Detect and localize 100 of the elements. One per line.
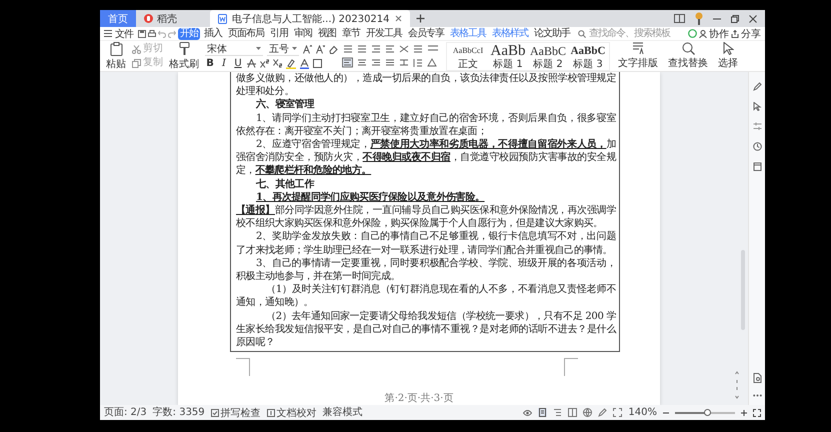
page-navigation-icon[interactable] bbox=[735, 371, 739, 399]
zoom-out-icon[interactable] bbox=[663, 410, 669, 416]
ribbon-tab[interactable]: 论文助手 bbox=[532, 28, 572, 40]
cloud-sync-icon[interactable] bbox=[688, 29, 697, 38]
ribbon-tab[interactable]: 审阅 bbox=[292, 28, 314, 40]
paintbrush-icon bbox=[178, 42, 190, 56]
share-icon bbox=[731, 30, 739, 38]
window-tab[interactable]: 稻壳 bbox=[136, 10, 192, 27]
file-menu[interactable]: 文件 bbox=[104, 26, 133, 40]
document-paragraph: 六、寝室管理 bbox=[254, 98, 316, 112]
font-select[interactable]: 宋体 bbox=[205, 42, 263, 56]
page-view-icon[interactable] bbox=[538, 408, 548, 417]
style-preset[interactable]: AaBbC 标题 3 bbox=[569, 42, 607, 70]
search-icon bbox=[682, 42, 694, 55]
format-painter-button[interactable]: 格式刷 bbox=[167, 42, 201, 70]
zoom-slider-handle[interactable] bbox=[704, 408, 711, 416]
zoom-in-icon[interactable] bbox=[741, 410, 747, 416]
scissors-icon bbox=[132, 44, 141, 54]
character-border-icon[interactable] bbox=[313, 59, 322, 68]
collaborate-button[interactable]: 协作 bbox=[699, 26, 729, 40]
format-button[interactable]: B bbox=[205, 58, 215, 70]
document-paragraph: 【通报】部分同学因意外住院，一直问辅导员自己购买医保和意外保险情况，再次强调学校不组织大家购买医保和意外保险，购买保险属于个人自愿行为，但是建议大家购买。 bbox=[236, 204, 616, 230]
document-paragraph: （2）去年通知回家一定要请父母给我发短信（学校统一要求），只有不足 200 学生家长给我发短信报平安，是自己对自己的事情不重视？是对老师的话听不进去？是什么原因呢？ bbox=[236, 310, 616, 350]
eye-icon[interactable] bbox=[523, 408, 532, 416]
spell-check-button[interactable]: 拼写检查 bbox=[210, 406, 261, 420]
copy-icon bbox=[132, 58, 141, 68]
document-paragraph: 3、自己的事情请一定要重视，同时要积极配合学校、学院、班级开展的各项活动，积极主动地参与，并在第一时间完成。 bbox=[236, 256, 616, 284]
document-icon[interactable] bbox=[752, 162, 762, 171]
cursor-icon[interactable] bbox=[752, 102, 762, 111]
user-avatar-icon[interactable] bbox=[695, 12, 703, 25]
shrink-font-icon[interactable] bbox=[316, 44, 325, 54]
select-button[interactable]: 选择 bbox=[716, 42, 740, 70]
search-icon bbox=[578, 30, 586, 38]
subscript-icon[interactable] bbox=[273, 59, 282, 68]
document-paragraph: 2、奖助学金发放失败：自己的事情自己不足够重视，银行卡信息填写不对，出问题了才来找老师；学生助理已经在一对一联系进行处理，请同学们配合并重视自己的事情。 bbox=[236, 230, 616, 257]
share-button[interactable]: 分享 bbox=[731, 26, 761, 40]
ribbon-tab[interactable]: 页面布局 bbox=[226, 28, 266, 40]
document-paragraph: 做多义做购，还做他人的），造成一切后果的自负，该负法律责任以及按照学校管理规定处理和处分。 bbox=[236, 72, 616, 98]
more-icon[interactable] bbox=[752, 394, 762, 397]
window-layout-icon[interactable] bbox=[674, 14, 685, 23]
format-button[interactable]: I bbox=[219, 58, 229, 70]
save-icon[interactable] bbox=[138, 30, 146, 38]
document-search-icon[interactable] bbox=[752, 373, 762, 383]
cursor-icon bbox=[722, 42, 734, 55]
ribbon-tab[interactable]: 表格样式 bbox=[490, 28, 530, 40]
new-tab-icon[interactable] bbox=[416, 14, 425, 23]
window-tab[interactable]: 首页 bbox=[100, 10, 136, 27]
document-paragraph: 七、其他工作 bbox=[255, 178, 316, 191]
page-footer: 第·2·页·共·3·页 bbox=[384, 391, 454, 405]
ribbon-tab[interactable]: 引用 bbox=[268, 28, 290, 40]
search-field[interactable]: 查找命令、搜索模板 bbox=[578, 28, 675, 39]
checkbox-icon bbox=[210, 408, 219, 416]
style-preset[interactable]: AaBbC 标题 2 bbox=[529, 42, 567, 70]
superscript-icon[interactable] bbox=[260, 59, 269, 68]
fullscreen-icon[interactable] bbox=[753, 408, 761, 416]
grow-font-icon[interactable] bbox=[303, 44, 312, 54]
ribbon-tab[interactable]: 表格工具 bbox=[448, 28, 488, 40]
ribbon-tab[interactable]: 插入 bbox=[202, 28, 224, 40]
find-replace-button[interactable]: 查找替换 bbox=[666, 42, 710, 70]
pen-icon[interactable] bbox=[752, 82, 762, 91]
outline-view-icon[interactable] bbox=[553, 408, 562, 417]
font-color-icon[interactable] bbox=[300, 58, 309, 68]
clock-icon[interactable] bbox=[752, 142, 762, 151]
text-layout-button[interactable]: 文字排版 bbox=[616, 42, 660, 70]
strikethrough-icon[interactable] bbox=[247, 59, 256, 68]
compatibility-mode-label: 兼容模式 bbox=[322, 406, 363, 419]
web-view-icon[interactable] bbox=[583, 408, 592, 417]
pen-icon[interactable] bbox=[598, 408, 608, 417]
highlight-icon[interactable] bbox=[286, 58, 296, 68]
restore-icon[interactable] bbox=[731, 14, 739, 22]
menu-icon bbox=[104, 30, 112, 37]
close-tab-icon[interactable] bbox=[394, 15, 402, 22]
font-size-select[interactable]: 五号 bbox=[267, 42, 299, 56]
document-paragraph: 1、再次提醒同学们应购买医疗保险以及意外伤害险。 bbox=[255, 190, 486, 204]
document-icon bbox=[218, 14, 227, 24]
document-paragraph: 1、请同学们主动打扫寝室卫生，建立好自己的宿舍环境，否则后果自负，很多寝室依然存在：离开寝室不关门；离开寝室将贵重放置在桌面； bbox=[236, 112, 616, 138]
sliders-icon[interactable] bbox=[752, 122, 762, 131]
print-icon[interactable] bbox=[148, 30, 156, 38]
close-icon[interactable] bbox=[749, 14, 757, 22]
ribbon-tab[interactable]: 开发工具 bbox=[364, 28, 404, 40]
format-button[interactable]: U bbox=[233, 58, 243, 70]
fit-page-icon[interactable] bbox=[613, 408, 622, 417]
ribbon-tab[interactable]: 开始 bbox=[178, 28, 200, 40]
caret-icon bbox=[256, 47, 261, 50]
ribbon-tab[interactable]: 视图 bbox=[316, 28, 338, 40]
proofread-button[interactable]: 文档校对 bbox=[266, 406, 317, 420]
book-view-icon[interactable] bbox=[568, 408, 578, 417]
style-preset[interactable]: AaBbCcI 正文 bbox=[449, 42, 487, 70]
ribbon-tab[interactable]: 会员专享 bbox=[406, 28, 446, 40]
eraser-icon[interactable] bbox=[329, 44, 338, 54]
crop-mark bbox=[564, 358, 578, 376]
app-logo-icon bbox=[144, 14, 153, 23]
crop-mark bbox=[236, 358, 250, 376]
document-paragraph: 2、应遵守宿舍管理规定，严禁使用大功率和劣质电器，不得擅自留宿外来人员，加强宿舍消防安全，预防火灾，不得晚归或夜不归宿，自觉遵守校园预防灾害事故的安全规定，不攀爬栏杆和危险的地方。 bbox=[236, 138, 616, 178]
paste-button[interactable]: 粘贴 bbox=[104, 42, 128, 70]
style-preset[interactable]: AaBb 标题 1 bbox=[489, 42, 527, 70]
zoom-level[interactable]: 140% bbox=[628, 406, 657, 419]
word-count: 字数: 3359 bbox=[152, 406, 205, 419]
window-tab[interactable]: 电子信息与人工智能...) 20230214 bbox=[210, 10, 410, 27]
ribbon-tab[interactable]: 章节 bbox=[340, 28, 362, 40]
